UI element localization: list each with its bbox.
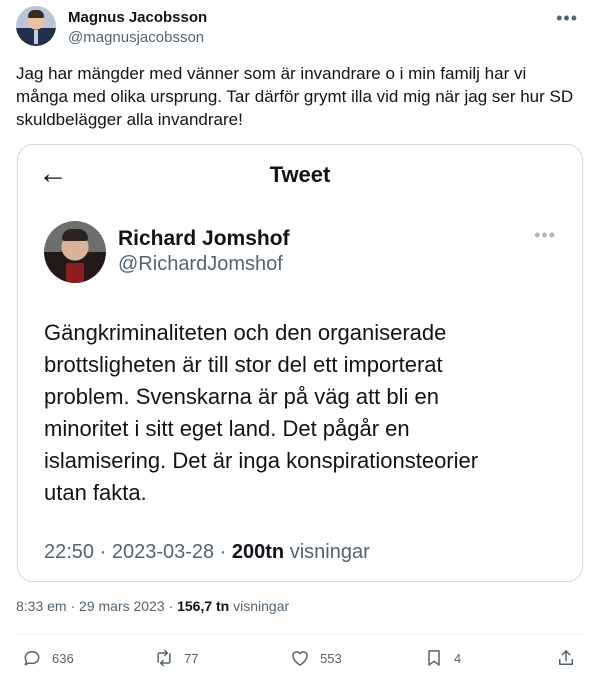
- quoted-more-icon: •••: [534, 225, 556, 245]
- quoted-author-avatar: [44, 221, 106, 283]
- quoted-tweet-text: Gängkriminaliteten och den organiserade …: [44, 320, 479, 505]
- share-button[interactable]: [556, 648, 576, 668]
- post-meta: 8:33 em · 29 mars 2023 · 156,7 tn visnin…: [16, 598, 289, 614]
- author-handle[interactable]: @magnusjacobsson: [68, 29, 204, 46]
- share-icon: [559, 650, 573, 665]
- post-views-label: visningar: [229, 598, 290, 614]
- quoted-author-name: Richard Jomshof: [118, 227, 290, 250]
- repost-button[interactable]: 77: [154, 648, 198, 668]
- quoted-views-label: visningar: [284, 541, 370, 563]
- like-button[interactable]: 553: [290, 648, 342, 668]
- post-time[interactable]: 8:33 em · 29 mars 2023 ·: [16, 598, 177, 614]
- like-icon: [292, 651, 308, 666]
- quoted-tweet-card[interactable]: ← Tweet Richard Jomshof @RichardJomshof …: [17, 144, 583, 582]
- quoted-tweet-meta: 22:50 · 2023-03-28 · 200tn visningar: [44, 541, 370, 564]
- quoted-header-title: Tweet: [269, 162, 331, 187]
- reply-count: 636: [52, 650, 74, 666]
- author-avatar[interactable]: [16, 6, 56, 46]
- reply-icon: [24, 651, 40, 666]
- bookmark-count: 4: [454, 650, 462, 666]
- quoted-time: 22:50 · 2023-03-28 ·: [44, 541, 232, 563]
- like-count: 553: [320, 650, 342, 666]
- bookmark-button[interactable]: 4: [424, 648, 461, 668]
- quoted-author-handle: @RichardJomshof: [118, 253, 283, 275]
- more-options-icon[interactable]: •••: [556, 8, 578, 29]
- action-bar: 636 77 553 4: [16, 640, 584, 676]
- post-views-count: 156,7 tn: [177, 598, 230, 614]
- reply-button[interactable]: 636: [22, 648, 74, 668]
- post-header: Magnus Jacobsson @magnusjacobsson •••: [16, 4, 584, 48]
- author-name[interactable]: Magnus Jacobsson: [68, 9, 207, 26]
- repost-icon: [157, 649, 171, 667]
- post-text: Jag har mängder med vänner som är invand…: [16, 64, 574, 129]
- quoted-views-count: 200tn: [231, 541, 285, 563]
- divider: [16, 634, 584, 635]
- bookmark-icon: [428, 650, 440, 666]
- repost-count: 77: [184, 650, 199, 666]
